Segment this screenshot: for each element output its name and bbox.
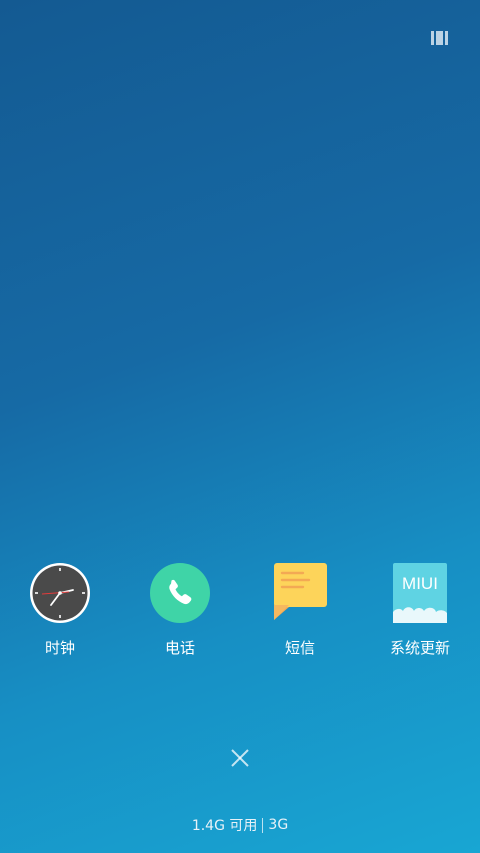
app-label: 电话: [164, 639, 195, 657]
app-system-update[interactable]: MIUI 系统更新: [360, 562, 480, 658]
divider: [262, 817, 264, 833]
app-label: 时钟: [44, 639, 75, 657]
app-row: 时钟 电话 短信 MIUI 系统更新: [0, 562, 480, 662]
app-clock[interactable]: 时钟: [0, 562, 120, 658]
clock-icon: [29, 562, 91, 624]
network-type: 3G: [268, 817, 289, 833]
app-label: 短信: [284, 639, 315, 657]
system-update-icon: MIUI: [389, 562, 451, 624]
app-sms[interactable]: 短信: [240, 562, 360, 658]
app-label: 系统更新: [389, 639, 450, 657]
sms-icon: [269, 562, 331, 624]
storage-available: 1.4G 可用: [191, 818, 258, 834]
recent-tasks-icon[interactable]: [431, 31, 451, 45]
phone-icon: [149, 562, 211, 624]
app-phone[interactable]: 电话: [120, 562, 240, 658]
storage-status: 1.4G 可用 3G: [0, 815, 480, 835]
close-icon[interactable]: [228, 746, 252, 770]
miui-icon-text: MIUI: [402, 574, 438, 593]
